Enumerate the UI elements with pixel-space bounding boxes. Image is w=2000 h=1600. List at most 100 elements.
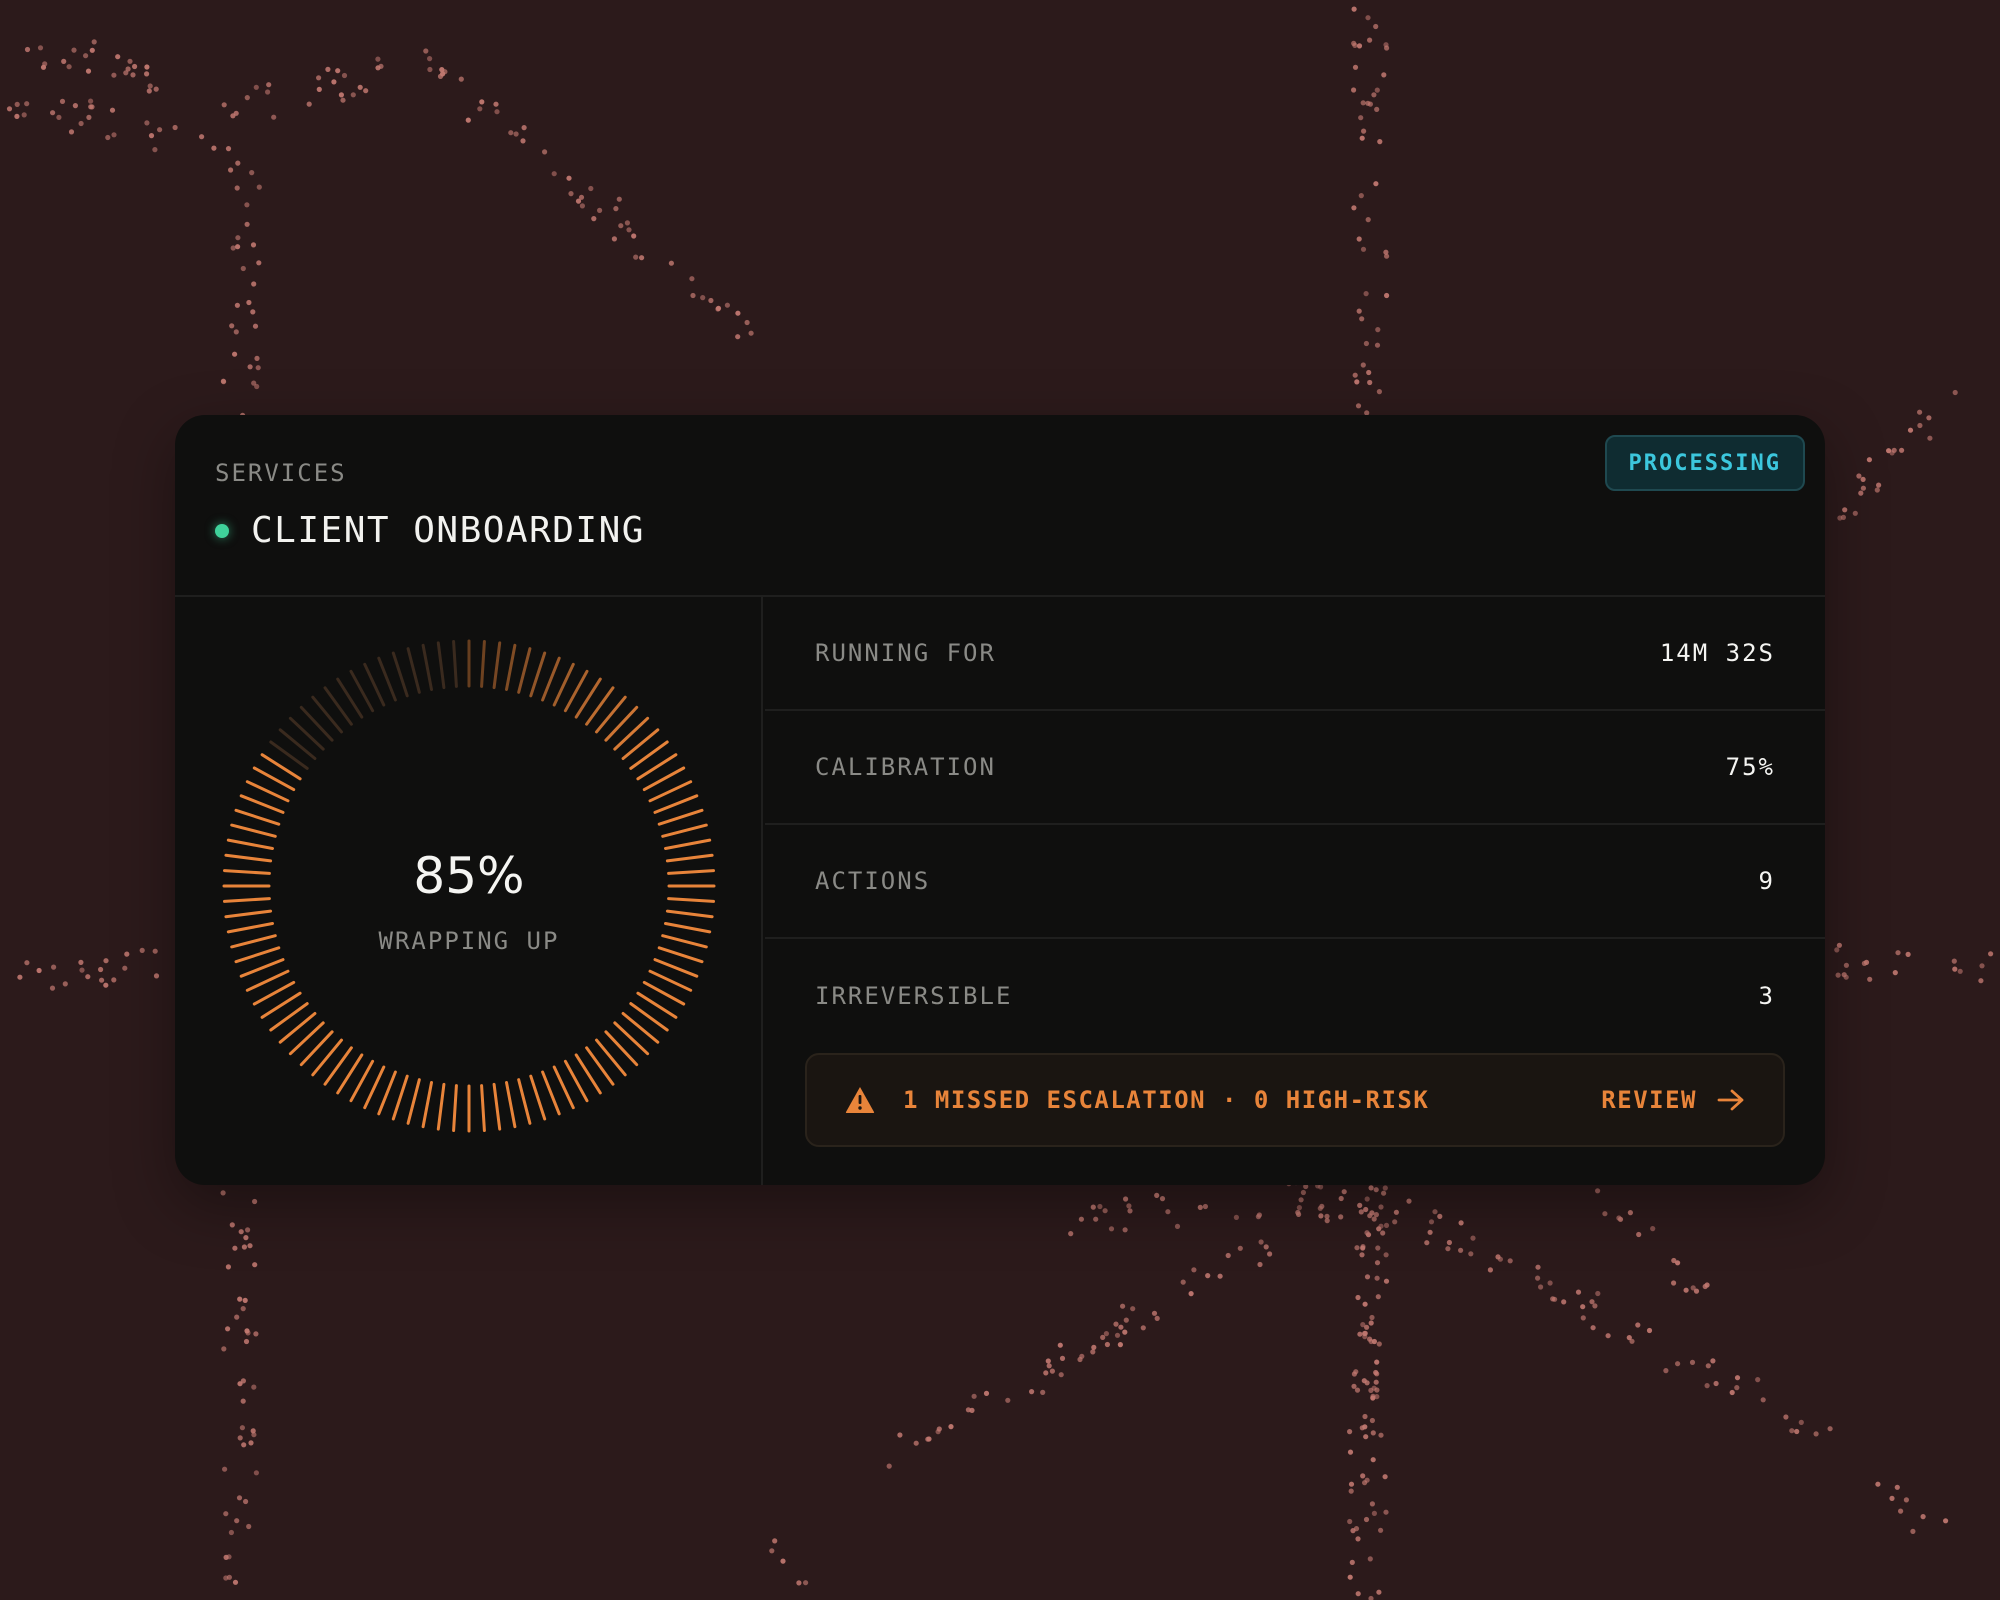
background-dot: [88, 104, 94, 110]
background-dot: [1366, 369, 1372, 376]
review-button[interactable]: REVIEW: [1601, 1086, 1745, 1114]
background-dot: [256, 184, 262, 190]
gauge-tick-active: [452, 1084, 458, 1132]
gauge-tick-inactive: [288, 716, 325, 751]
background-dot: [1367, 1213, 1373, 1219]
background-dot: [1108, 1226, 1115, 1232]
background-dot: [1117, 1342, 1123, 1348]
background-dot: [1894, 1484, 1900, 1490]
background-dot: [86, 114, 92, 120]
background-dot: [1895, 950, 1901, 956]
background-dot: [1875, 1481, 1881, 1487]
background-dot: [1123, 1196, 1129, 1202]
background-dot: [1348, 1481, 1355, 1487]
background-dot: [78, 959, 84, 966]
background-dot: [1590, 1325, 1596, 1331]
background-dot: [1646, 1327, 1653, 1334]
gauge-tick-active: [505, 1081, 517, 1129]
background-dot: [1663, 1368, 1669, 1374]
background-dot: [245, 1227, 251, 1233]
background-dot: [85, 974, 91, 980]
background-dot: [240, 265, 246, 272]
background-dot: [1140, 1325, 1146, 1331]
background-dot: [98, 966, 104, 973]
background-dot: [1349, 1559, 1355, 1565]
background-dot: [1734, 1375, 1741, 1381]
background-dot: [442, 69, 448, 75]
background-dot: [1381, 1190, 1387, 1196]
progress-percent: 85%: [413, 847, 525, 905]
background-dot: [1090, 1204, 1096, 1210]
background-dot: [1122, 1227, 1128, 1233]
background-dot: [1458, 1247, 1464, 1253]
background-dot: [1860, 476, 1866, 482]
background-dot: [1382, 1185, 1388, 1191]
background-dot: [1374, 1260, 1381, 1266]
background-dot: [1836, 942, 1842, 948]
background-dot: [24, 101, 30, 107]
background-dot: [99, 977, 105, 983]
background-dot: [1371, 92, 1377, 98]
background-dot: [427, 56, 433, 62]
background-dot: [249, 170, 255, 176]
background-dot: [235, 244, 241, 250]
gauge-tick-active: [517, 647, 532, 694]
background-dot: [1363, 1206, 1369, 1213]
background-dot: [1376, 389, 1382, 395]
background-dot: [1978, 978, 1984, 984]
background-dot: [228, 167, 234, 173]
background-dot: [266, 82, 272, 88]
status-badge: PROCESSING: [1604, 435, 1805, 491]
background-dot: [144, 71, 150, 77]
background-dot: [152, 948, 158, 954]
background-dot: [1373, 23, 1379, 30]
background-dot: [1093, 1216, 1099, 1222]
background-dot: [1988, 951, 1994, 957]
background-dot: [1595, 1290, 1601, 1297]
background-dot: [1368, 1595, 1374, 1600]
background-dot: [1432, 1209, 1438, 1215]
gauge-tick-active: [239, 958, 285, 978]
background-dot: [1352, 64, 1359, 70]
background-dot: [66, 64, 72, 70]
background-dot: [1713, 1380, 1719, 1387]
background-dot: [1217, 1273, 1223, 1279]
background-dot: [1100, 1334, 1106, 1340]
background-dot: [6, 106, 13, 112]
background-dot: [1595, 1188, 1601, 1194]
background-dot: [325, 66, 331, 72]
background-dot: [51, 964, 57, 970]
background-dot: [243, 1498, 249, 1505]
background-dot: [56, 114, 62, 120]
background-dot: [1384, 292, 1390, 299]
background-dot: [513, 131, 519, 137]
background-dot: [1005, 1397, 1011, 1403]
background-dot: [493, 101, 499, 107]
background-dot: [338, 92, 344, 98]
metric-row-irreversible: IRREVERSIBLE 3: [765, 939, 1825, 1053]
background-dot: [1045, 1358, 1051, 1364]
background-dot: [36, 967, 42, 974]
background-dot: [1689, 1359, 1696, 1365]
background-dot: [542, 149, 548, 155]
background-dot: [1225, 1252, 1231, 1259]
background-dot: [1927, 435, 1933, 441]
background-dot: [1368, 1320, 1374, 1326]
background-dot: [1834, 947, 1840, 953]
background-dot: [1377, 139, 1383, 145]
background-dot: [1364, 1196, 1370, 1202]
background-dot: [1427, 1229, 1433, 1235]
background-dot: [1675, 1260, 1681, 1266]
gauge-tick-active: [529, 651, 547, 698]
background-dot: [91, 39, 97, 45]
background-dot: [1360, 362, 1366, 368]
background-dot: [1079, 1353, 1085, 1359]
gauge-tick-active: [406, 1078, 421, 1125]
background-dot: [748, 330, 754, 336]
background-dot: [1351, 87, 1357, 93]
background-dot: [123, 70, 129, 76]
background-dot: [255, 365, 261, 371]
background-dot: [1057, 1342, 1063, 1348]
background-dot: [1470, 1235, 1476, 1241]
background-dot: [1078, 1216, 1084, 1222]
